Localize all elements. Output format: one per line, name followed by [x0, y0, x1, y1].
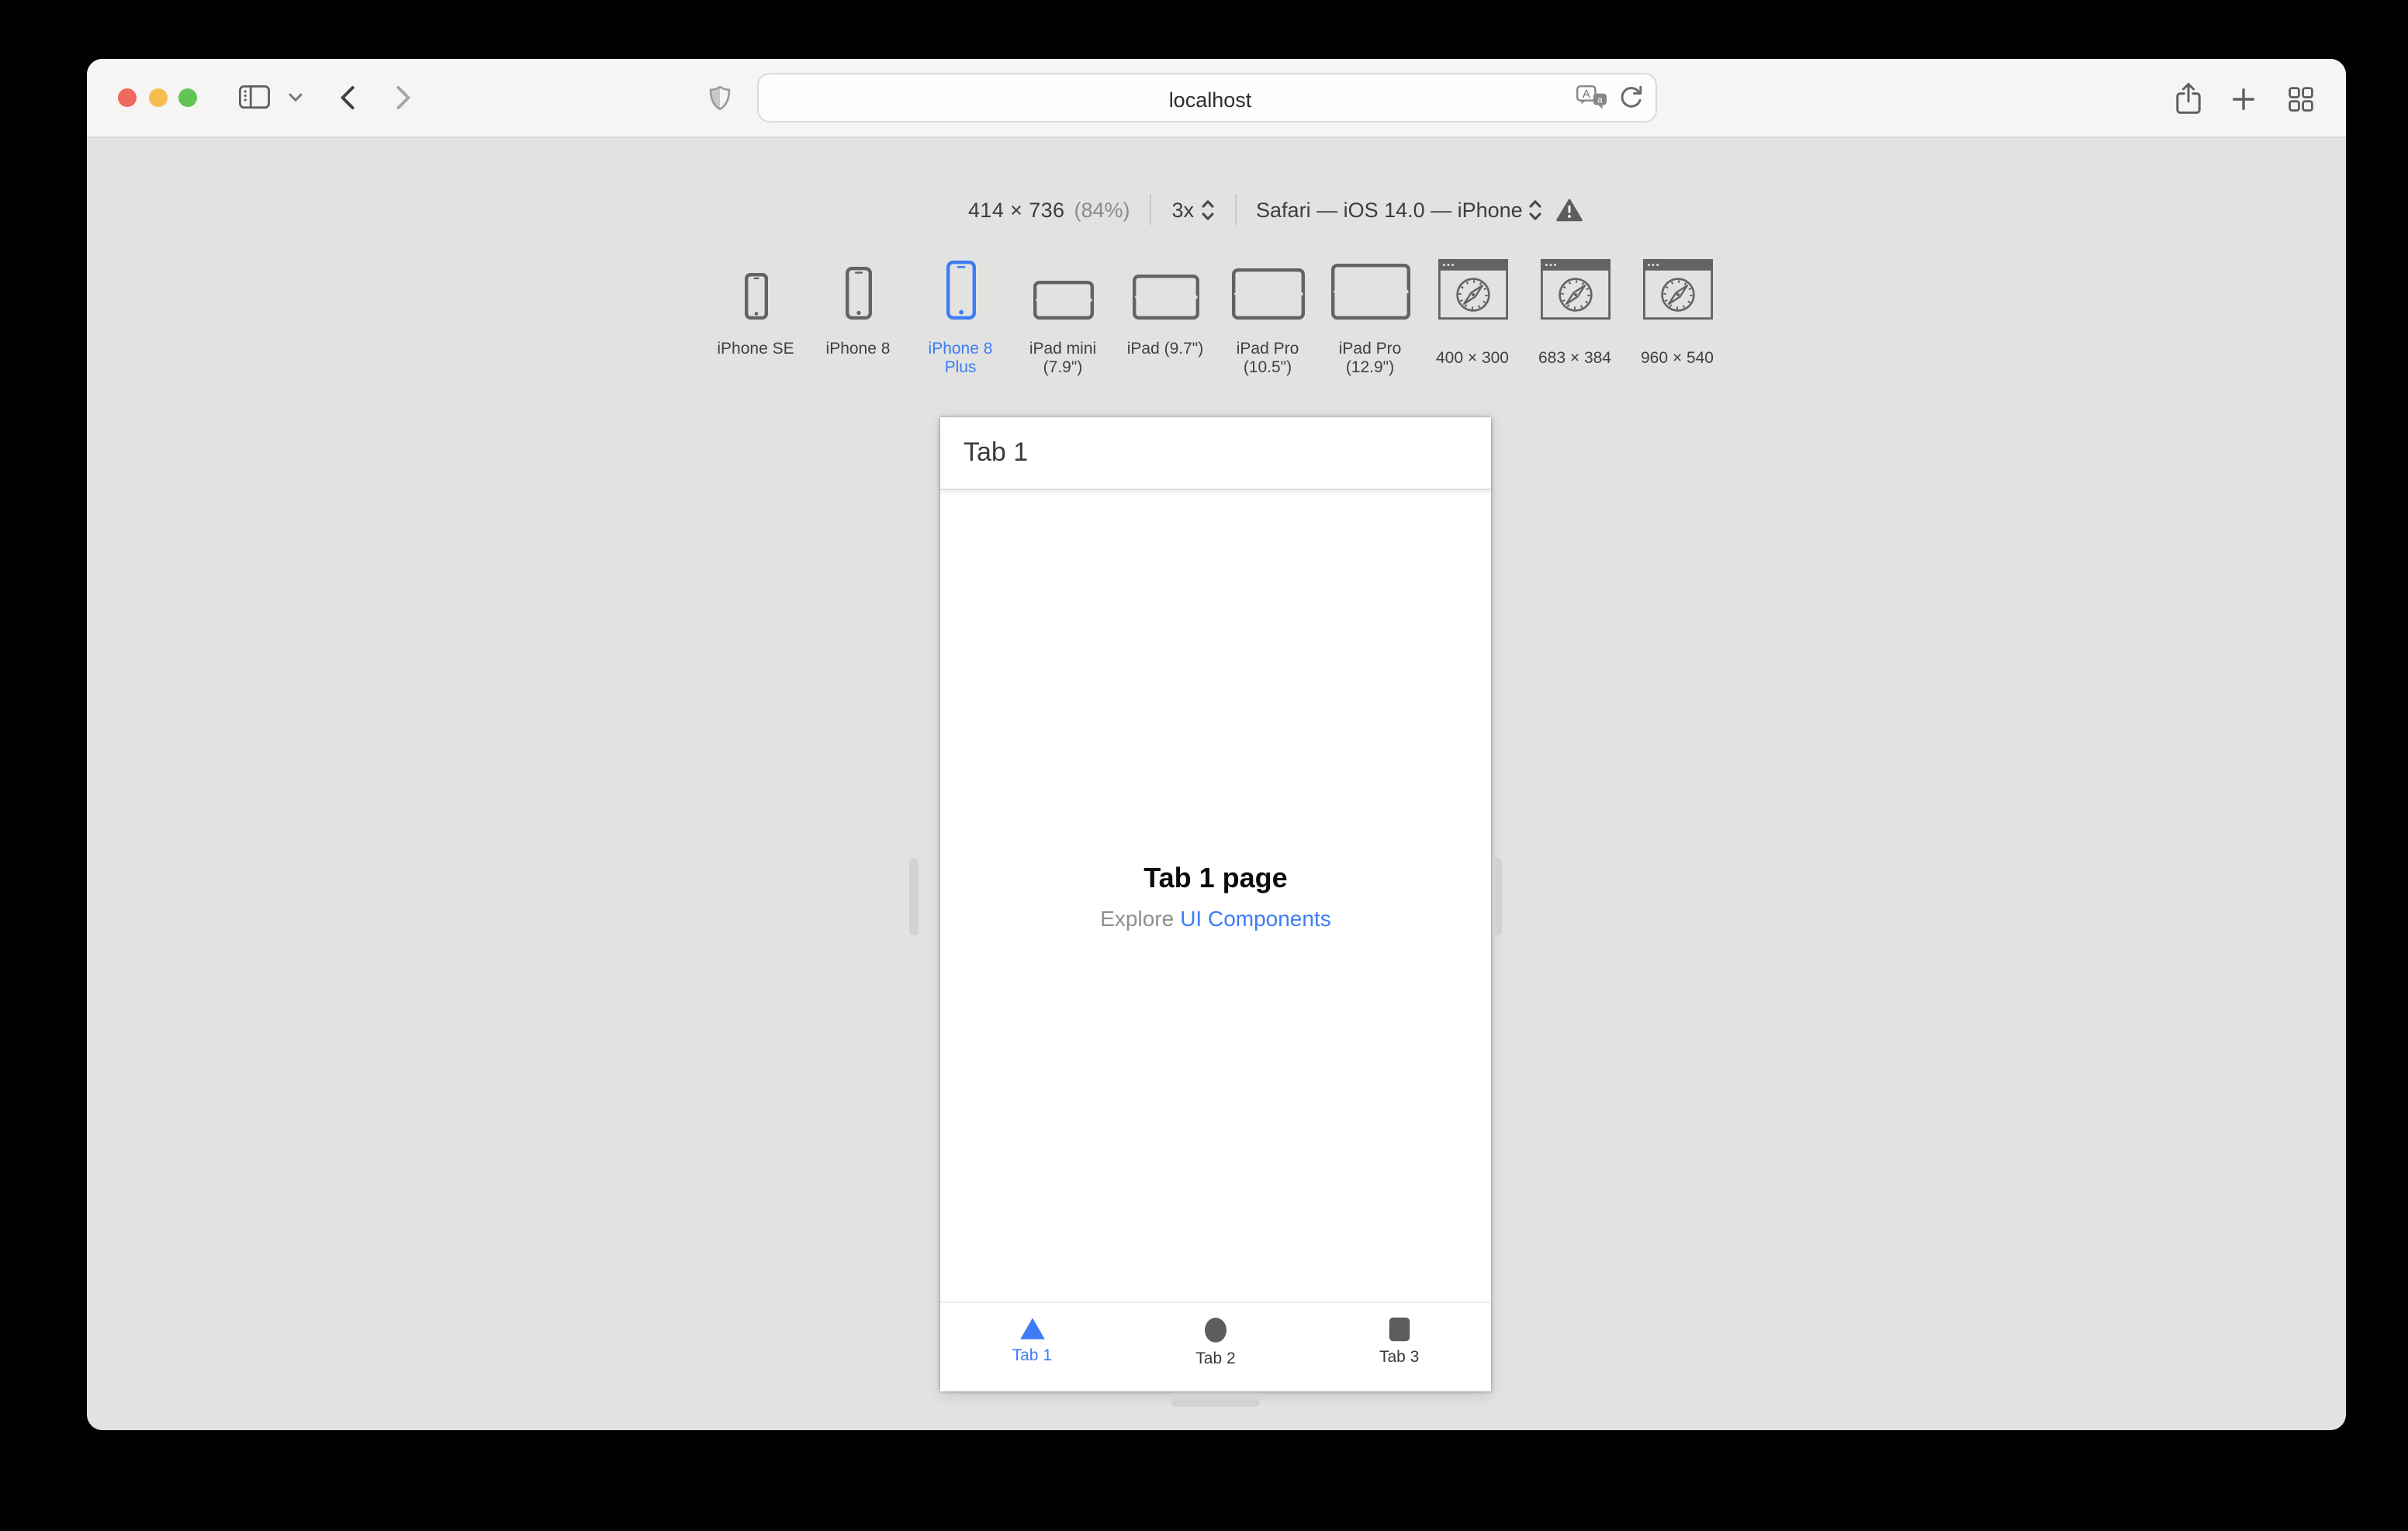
translate-icon[interactable]: A a [1576, 85, 1607, 110]
preset-683x384[interactable]: 683 × 384 [1525, 259, 1624, 377]
up-down-chevrons-icon [1529, 198, 1543, 221]
viewport-dimensions[interactable]: 414 × 736 [968, 198, 1064, 221]
device-preset-strip: iPhone SE iPhone 8 iPhone 8 Plus iPad mi… [87, 259, 2346, 377]
ui-components-link[interactable]: UI Components [1180, 906, 1331, 931]
share-icon [2175, 82, 2202, 115]
safari-window: A a [87, 59, 2346, 1430]
circle-icon [1204, 1317, 1227, 1343]
page-subtitle: Explore UI Components [1100, 906, 1331, 931]
svg-text:A: A [1583, 88, 1590, 101]
safari-window-icon [1540, 259, 1610, 320]
device-iphone-8[interactable]: iPhone 8 [808, 259, 908, 377]
device-ipad[interactable]: iPad (9.7") [1116, 259, 1215, 377]
device-iphone-8-plus[interactable]: iPhone 8 Plus [911, 259, 1010, 377]
share-button[interactable] [2175, 82, 2202, 115]
forward-button[interactable] [396, 85, 411, 110]
device-ipad-pro-12[interactable]: iPad Pro (12.9") [1320, 259, 1420, 377]
preview-nav-bar: Tab 1 [940, 417, 1491, 490]
iphone-icon [845, 259, 871, 320]
resize-handle-left[interactable] [909, 858, 919, 935]
chevron-left-icon [340, 85, 355, 110]
triangle-icon [1019, 1317, 1045, 1340]
safari-window-icon [1642, 259, 1712, 320]
sidebar-icon [239, 85, 270, 109]
iphone-icon [946, 259, 975, 320]
screenshot-stage: A a [0, 0, 2408, 1531]
sidebar-menu-button[interactable] [289, 93, 303, 102]
viewport-preview: Tab 1 Tab 1 page Explore UI Components Ta… [940, 417, 1491, 1391]
sidebar-toggle-button[interactable] [239, 85, 270, 109]
address-bar[interactable]: A a [757, 73, 1662, 124]
preset-960x540[interactable]: 960 × 540 [1628, 259, 1727, 377]
ipad-icon [1231, 259, 1304, 320]
zoom-button[interactable] [178, 88, 197, 107]
device-iphone-se[interactable]: iPhone SE [706, 259, 805, 377]
ipad-icon [1330, 259, 1410, 320]
preview-tab-1[interactable]: Tab 1 [940, 1303, 1124, 1391]
tab-overview-button[interactable] [2289, 87, 2313, 112]
preview-tab-2[interactable]: Tab 2 [1124, 1303, 1308, 1391]
divider [1234, 194, 1237, 225]
ipad-icon [1033, 259, 1093, 320]
rdm-info-bar: 414 × 736 (84%) 3x Safari — iOS 14.0 — i… [968, 194, 1583, 225]
safari-window-icon [1438, 259, 1507, 320]
reload-icon[interactable] [1620, 85, 1643, 110]
back-button[interactable] [340, 85, 355, 110]
privacy-shield-button[interactable] [709, 85, 731, 112]
rounded-square-icon [1389, 1317, 1410, 1342]
traffic-lights [118, 88, 197, 107]
resize-handle-bottom[interactable] [1171, 1398, 1260, 1407]
up-down-chevrons-icon [1200, 198, 1214, 221]
shield-icon [709, 85, 731, 112]
divider [1150, 194, 1152, 225]
device-ipad-mini[interactable]: iPad mini (7.9") [1013, 259, 1112, 377]
subtitle-prefix: Explore [1100, 906, 1175, 931]
address-bar-icons: A a [1576, 74, 1643, 121]
ipad-icon [1132, 259, 1199, 320]
pixel-ratio-selector[interactable]: 3x [1172, 198, 1215, 221]
chevron-down-icon [289, 93, 303, 102]
svg-text:a: a [1597, 94, 1603, 105]
zoom-percent: (84%) [1074, 198, 1130, 221]
browser-toolbar: A a [87, 59, 2346, 138]
url-input[interactable] [759, 74, 1662, 124]
user-agent-selector[interactable]: Safari — iOS 14.0 — iPhone [1256, 198, 1543, 221]
device-ipad-pro-10[interactable]: iPad Pro (10.5") [1218, 259, 1317, 377]
chevron-right-icon [396, 85, 411, 110]
close-button[interactable] [118, 88, 137, 107]
preview-tab-3[interactable]: Tab 3 [1307, 1303, 1491, 1391]
grid-icon [2289, 87, 2313, 112]
preview-nav-title: Tab 1 [964, 437, 1029, 467]
exclamation-triangle-icon [1556, 198, 1583, 221]
iphone-icon [744, 259, 767, 320]
preview-page-body: Tab 1 page Explore UI Components [940, 490, 1491, 1303]
minimize-button[interactable] [148, 88, 167, 107]
page-title: Tab 1 page [1143, 862, 1288, 893]
preset-400x300[interactable]: 400 × 300 [1423, 259, 1522, 377]
plus-icon [2233, 88, 2254, 110]
warning-button[interactable] [1556, 198, 1583, 221]
resize-handle-right[interactable] [1493, 858, 1502, 935]
new-tab-button[interactable] [2233, 88, 2254, 110]
preview-tab-bar: Tab 1 Tab 2 Tab 3 [940, 1301, 1491, 1391]
